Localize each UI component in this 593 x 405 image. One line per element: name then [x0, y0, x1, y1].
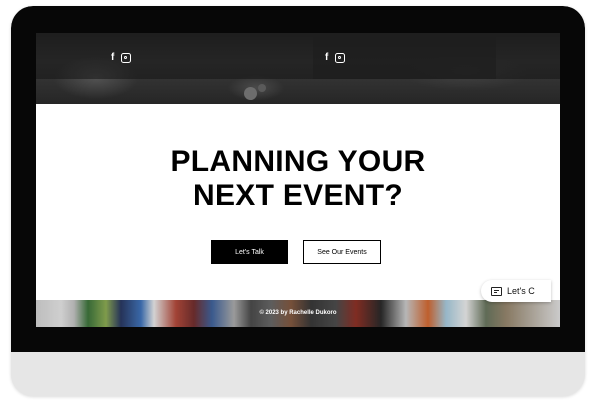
see-our-events-button[interactable]: See Our Events: [303, 240, 381, 264]
instagram-icon[interactable]: [335, 53, 346, 63]
website-screen: f f PLANNING YOUR NEXT EVENT? Let's Talk…: [36, 33, 560, 327]
monitor-chin: [11, 352, 585, 396]
facebook-icon[interactable]: f: [325, 53, 328, 63]
instagram-icon[interactable]: [121, 53, 132, 63]
headline-line-2: NEXT EVENT?: [193, 179, 403, 212]
lets-talk-button[interactable]: Let's Talk: [211, 240, 288, 264]
monitor-frame: f f PLANNING YOUR NEXT EVENT? Let's Talk…: [11, 6, 585, 396]
header-image: f f: [36, 33, 560, 104]
headline-line-1: PLANNING YOUR: [170, 145, 426, 178]
facebook-icon[interactable]: f: [111, 53, 114, 63]
chat-icon: [491, 286, 502, 296]
social-links-left: f: [111, 53, 132, 63]
chat-label: Let's C: [507, 286, 535, 296]
social-links-right: f: [325, 53, 346, 63]
copyright-text: © 2023 by Rachelle Dukoro: [259, 310, 337, 316]
hero-headline: PLANNING YOUR NEXT EVENT?: [36, 145, 560, 213]
chat-button[interactable]: Let's C: [481, 280, 551, 302]
